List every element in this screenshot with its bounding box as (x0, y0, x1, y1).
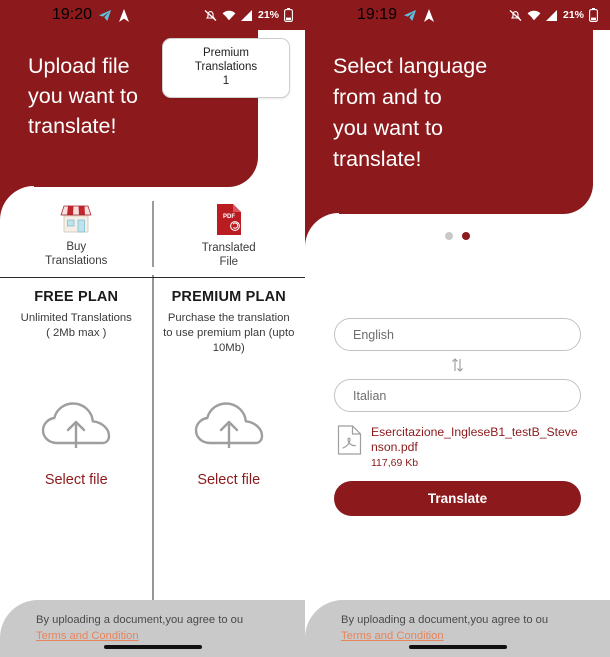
terms-text: By uploading a document,you agree to ou (36, 614, 244, 626)
terms-text: By uploading a document,you agree to ou (341, 614, 549, 626)
terms-bar: By uploading a document,you agree to ou … (305, 600, 610, 657)
premium-select-file-label: Select file (197, 472, 261, 488)
free-plan-upload[interactable]: Select file (0, 399, 153, 488)
pdf-file-icon (337, 425, 362, 455)
badge-count: 1 (222, 75, 230, 87)
badge-title: Premium Translations (194, 47, 258, 73)
selected-file-row[interactable]: Esercitazione_IngleseB1_testB_Stevenson.… (334, 425, 581, 469)
status-time: 19:20 (52, 6, 93, 23)
plans-divider-top (152, 201, 153, 267)
location-icon (119, 8, 130, 22)
screen-upload-file: 19:20 21% Upload file you want to transl… (0, 0, 305, 657)
premium-translations-badge[interactable]: Premium Translations 1 (162, 38, 290, 98)
status-bar-right: 21% (509, 8, 598, 22)
battery-percent-label: 21% (257, 9, 279, 21)
premium-plan-column: PREMIUM PLAN Purchase the translation to… (153, 278, 306, 488)
telegram-icon (99, 9, 112, 21)
target-language-select[interactable]: Italian (334, 379, 581, 412)
selected-file-name: Esercitazione_IngleseB1_testB_Stevenson.… (371, 425, 578, 454)
home-indicator[interactable] (103, 645, 202, 649)
target-language-value: Italian (353, 388, 387, 403)
location-icon (424, 8, 435, 22)
page-dot-1[interactable] (445, 232, 453, 240)
hero-notch (305, 213, 339, 247)
pdf-file-icon: PDF (215, 203, 243, 236)
terms-and-conditions-link[interactable]: Terms and Condition (341, 628, 610, 644)
telegram-icon (404, 9, 417, 21)
swap-vertical-icon (452, 358, 463, 372)
translation-form: English Italian Esercitazione_IngleseB1_… (305, 318, 610, 516)
notifications-off-icon (204, 9, 217, 21)
cellular-signal-icon (545, 9, 557, 21)
plans-section: Buy Translations PDF Translated File FRE… (0, 187, 306, 657)
premium-plan-upload[interactable]: Select file (153, 399, 306, 488)
swap-languages-button[interactable] (334, 351, 581, 379)
cloud-upload-icon (42, 402, 111, 448)
wifi-icon (222, 10, 236, 20)
home-indicator[interactable] (408, 645, 507, 649)
notifications-off-icon (509, 9, 522, 21)
screen-select-language: 19:19 21% Select language from and to yo… (305, 0, 610, 657)
page-indicator (305, 232, 610, 240)
selected-file-size: 117,69 Kb (371, 457, 419, 469)
status-bar: 19:19 21% (305, 0, 610, 30)
status-bar-left: 19:20 (52, 6, 130, 24)
buy-translations-label: Buy Translations (45, 241, 108, 267)
status-time: 19:19 (357, 6, 398, 23)
battery-percent-label: 21% (562, 9, 584, 21)
battery-icon (589, 8, 598, 22)
premium-plan-description: Purchase the translation to use premium … (163, 312, 295, 354)
status-bar: 19:20 21% (0, 0, 305, 30)
free-select-file-label: Select file (44, 472, 108, 488)
screenshot-root: 19:20 21% Upload file you want to transl… (0, 0, 610, 657)
page-title: Select language from and to you want to … (333, 54, 488, 171)
status-bar-left: 19:19 (357, 6, 435, 24)
terms-and-conditions-link[interactable]: Terms and Condition (36, 628, 305, 644)
file-meta: Esercitazione_IngleseB1_testB_Stevenson.… (371, 425, 581, 469)
free-plan-column: FREE PLAN Unlimited Translations ( 2Mb m… (0, 278, 153, 488)
battery-icon (284, 8, 293, 22)
free-plan-title: FREE PLAN (34, 289, 119, 305)
shop-icon (59, 203, 93, 235)
terms-bar: By uploading a document,you agree to ou … (0, 600, 305, 657)
svg-text:PDF: PDF (223, 214, 235, 220)
status-bar-right: 21% (204, 8, 293, 22)
free-plan-description: Unlimited Translations ( 2Mb max ) (20, 312, 132, 339)
cloud-upload-icon (194, 402, 263, 448)
wifi-icon (527, 10, 541, 20)
hero-header: Select language from and to you want to … (305, 29, 593, 214)
translate-button[interactable]: Translate (334, 481, 581, 516)
page-dot-2-active[interactable] (462, 232, 470, 240)
source-language-value: English (353, 327, 394, 342)
translated-file-tile[interactable]: PDF Translated File (153, 187, 306, 277)
hero-notch (0, 186, 34, 220)
premium-plan-title: PREMIUM PLAN (171, 289, 286, 305)
cellular-signal-icon (240, 9, 252, 21)
translated-file-label: Translated File (201, 242, 256, 268)
source-language-select[interactable]: English (334, 318, 581, 351)
